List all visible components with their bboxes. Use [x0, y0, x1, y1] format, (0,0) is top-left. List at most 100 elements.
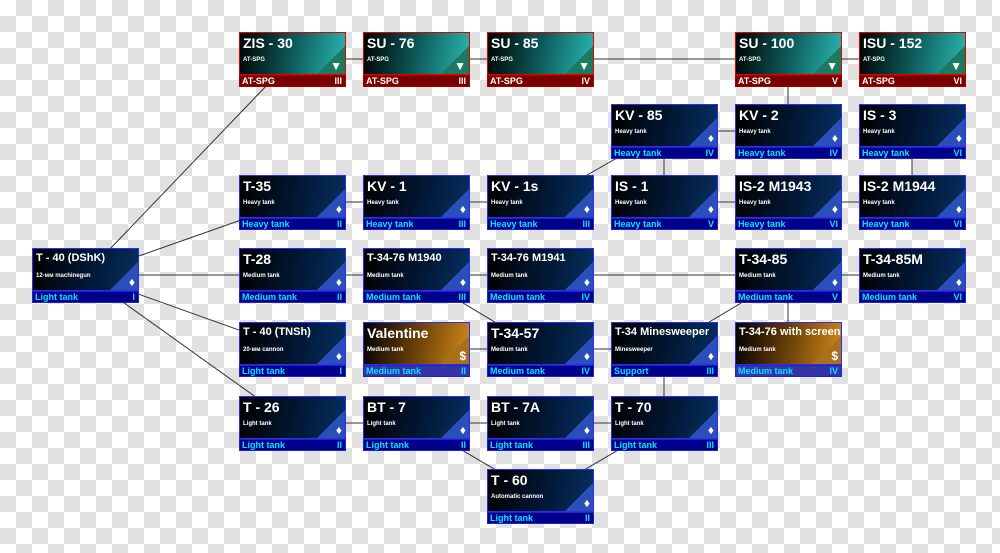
card-footer: Light tank II	[239, 439, 346, 451]
card-header: SU - 85 AT-SPG ▼	[487, 32, 594, 75]
vehicle-tier: I	[132, 292, 135, 302]
vehicle-card-t40tnsh[interactable]: T - 40 (TNSh) 20-мм cannon ♦ Light tank …	[239, 322, 346, 377]
card-header: T-34-76 with screens Medium tank $	[735, 322, 842, 365]
vehicle-card-kv1s[interactable]: KV - 1s Heavy tank ♦ Heavy tank III	[487, 175, 594, 230]
vehicle-subtitle: Heavy tank	[615, 129, 647, 135]
vehicle-card-t35[interactable]: T-35 Heavy tank ♦ Heavy tank II	[239, 175, 346, 230]
vehicle-card-t3457[interactable]: T-34-57 Medium tank ♦ Medium tank IV	[487, 322, 594, 377]
card-footer: Medium tank III	[363, 291, 470, 303]
card-footer: AT-SPG IV	[487, 75, 594, 87]
card-header: T-35 Heavy tank ♦	[239, 175, 346, 218]
vehicle-card-su100[interactable]: SU - 100 AT-SPG ▼ AT-SPG V	[735, 32, 842, 87]
vehicle-subtitle: Heavy tank	[863, 129, 895, 135]
card-header: IS-2 M1943 Heavy tank ♦	[735, 175, 842, 218]
vehicle-class: Medium tank	[242, 292, 298, 302]
vehicle-class: AT-SPG	[862, 76, 895, 86]
card-header: SU - 76 AT-SPG ▼	[363, 32, 470, 75]
vehicle-card-kv85[interactable]: KV - 85 Heavy tank ♦ Heavy tank IV	[611, 104, 718, 159]
vehicle-tier: IV	[581, 292, 590, 302]
at-spg-icon: ▼	[826, 59, 838, 73]
card-header: KV - 85 Heavy tank ♦	[611, 104, 718, 147]
vehicle-subtitle: Heavy tank	[739, 200, 771, 206]
vehicle-card-t26[interactable]: T - 26 Light tank ♦ Light tank II	[239, 396, 346, 451]
vehicle-subtitle: Light tank	[367, 421, 396, 427]
vehicle-class: AT-SPG	[242, 76, 275, 86]
edge-t40dshk-zis30	[84, 58, 293, 276]
card-footer: Medium tank VI	[859, 291, 966, 303]
vehicle-card-valentine[interactable]: Valentine Medium tank $ Medium tank II	[363, 322, 470, 377]
vehicle-name: ISU - 152	[863, 35, 923, 51]
vehicle-tier: II	[336, 292, 342, 302]
vehicle-tier: V	[831, 292, 838, 302]
vehicle-tier: VI	[829, 219, 838, 229]
vehicle-card-t3485[interactable]: T-34-85 Medium tank ♦ Medium tank V	[735, 248, 842, 303]
vehicle-subtitle: AT-SPG	[243, 57, 265, 63]
card-footer: Heavy tank III	[487, 218, 594, 230]
vehicle-subtitle: AT-SPG	[491, 57, 513, 63]
vehicle-card-kv1[interactable]: KV - 1 Heavy tank ♦ Heavy tank III	[363, 175, 470, 230]
vehicle-card-t3485m[interactable]: T-34-85M Medium tank ♦ Medium tank VI	[859, 248, 966, 303]
vehicle-card-is1[interactable]: IS - 1 Heavy tank ♦ Heavy tank V	[611, 175, 718, 230]
vehicle-card-is2m43[interactable]: IS-2 M1943 Heavy tank ♦ Heavy tank VI	[735, 175, 842, 230]
vehicle-card-bt7a[interactable]: BT - 7A Light tank ♦ Light tank III	[487, 396, 594, 451]
vehicle-name: IS - 1	[615, 178, 649, 194]
vehicle-card-t3476m40[interactable]: T-34-76 M1940 Medium tank ♦ Medium tank …	[363, 248, 470, 303]
card-footer: Heavy tank IV	[611, 147, 718, 159]
vehicle-card-kv2[interactable]: KV - 2 Heavy tank ♦ Heavy tank IV	[735, 104, 842, 159]
vehicle-name: BT - 7A	[491, 399, 540, 415]
card-footer: AT-SPG V	[735, 75, 842, 87]
vehicle-class: Medium tank	[738, 292, 794, 302]
vehicle-tier: III	[334, 76, 342, 86]
vehicle-card-is2m44[interactable]: IS-2 M1944 Heavy tank ♦ Heavy tank VI	[859, 175, 966, 230]
card-header: T-28 Medium tank ♦	[239, 248, 346, 291]
vehicle-class: Light tank	[242, 440, 285, 450]
vehicle-subtitle: 20-мм cannon	[243, 347, 284, 353]
vehicle-class: Light tank	[366, 440, 409, 450]
vehicle-card-t3476m41[interactable]: T-34-76 M1941 Medium tank ♦ Medium tank …	[487, 248, 594, 303]
card-header: IS - 3 Heavy tank ♦	[859, 104, 966, 147]
vehicle-tier: II	[336, 219, 342, 229]
diamond-icon: ♦	[583, 349, 590, 363]
diamond-icon: ♦	[955, 275, 962, 289]
vehicle-subtitle: AT-SPG	[367, 57, 389, 63]
vehicle-name: T - 40 (DShK)	[36, 252, 106, 264]
vehicle-card-su85[interactable]: SU - 85 AT-SPG ▼ AT-SPG IV	[487, 32, 594, 87]
vehicle-name: T-34-76 with screens	[739, 326, 842, 338]
diamond-icon: ♦	[335, 275, 342, 289]
vehicle-class: Heavy tank	[614, 219, 662, 229]
vehicle-tier: V	[707, 219, 714, 229]
vehicle-card-is3[interactable]: IS - 3 Heavy tank ♦ Heavy tank VI	[859, 104, 966, 159]
vehicle-tier: IV	[581, 76, 590, 86]
vehicle-name: SU - 100	[739, 35, 795, 51]
vehicle-card-t3476scr[interactable]: T-34-76 with screens Medium tank $ Mediu…	[735, 322, 842, 377]
vehicle-card-isu152[interactable]: ISU - 152 AT-SPG ▼ AT-SPG VI	[859, 32, 966, 87]
card-header: KV - 1s Heavy tank ♦	[487, 175, 594, 218]
vehicle-card-zis30[interactable]: ZIS - 30 AT-SPG ▼ AT-SPG III	[239, 32, 346, 87]
vehicle-name: T-34 Minesweeper	[615, 326, 710, 338]
diamond-icon: ♦	[955, 131, 962, 145]
card-header: T - 70 Light tank ♦	[611, 396, 718, 439]
vehicle-subtitle: Automatic cannon	[491, 494, 544, 500]
vehicle-card-t28[interactable]: T-28 Medium tank ♦ Medium tank II	[239, 248, 346, 303]
vehicle-name: IS-2 M1943	[739, 178, 812, 194]
diamond-icon: ♦	[583, 423, 590, 437]
vehicle-tier: VI	[953, 148, 962, 158]
vehicle-name: ZIS - 30	[243, 35, 293, 51]
card-footer: Heavy tank V	[611, 218, 718, 230]
vehicle-name: T - 26	[243, 399, 280, 415]
card-footer: Heavy tank VI	[859, 218, 966, 230]
vehicle-class: AT-SPG	[490, 76, 523, 86]
vehicle-card-t34mine[interactable]: T-34 Minesweeper Minesweeper ♦ Support I…	[611, 322, 718, 377]
vehicle-name: T - 70	[615, 399, 652, 415]
vehicle-card-t70[interactable]: T - 70 Light tank ♦ Light tank III	[611, 396, 718, 451]
vehicle-card-su76[interactable]: SU - 76 AT-SPG ▼ AT-SPG III	[363, 32, 470, 87]
vehicle-card-t60[interactable]: T - 60 Automatic cannon ♦ Light tank II	[487, 469, 594, 524]
vehicle-name: KV - 1	[367, 178, 407, 194]
vehicle-name: T-34-76 M1941	[491, 252, 566, 264]
vehicle-card-bt7[interactable]: BT - 7 Light tank ♦ Light tank II	[363, 396, 470, 451]
vehicle-name: T-34-85	[739, 251, 788, 267]
vehicle-subtitle: Light tank	[615, 421, 644, 427]
vehicle-subtitle: Light tank	[243, 421, 272, 427]
diamond-icon: ♦	[707, 423, 714, 437]
vehicle-card-t40dshk[interactable]: T - 40 (DShK) 12-мм machinegun ♦ Light t…	[32, 248, 139, 303]
